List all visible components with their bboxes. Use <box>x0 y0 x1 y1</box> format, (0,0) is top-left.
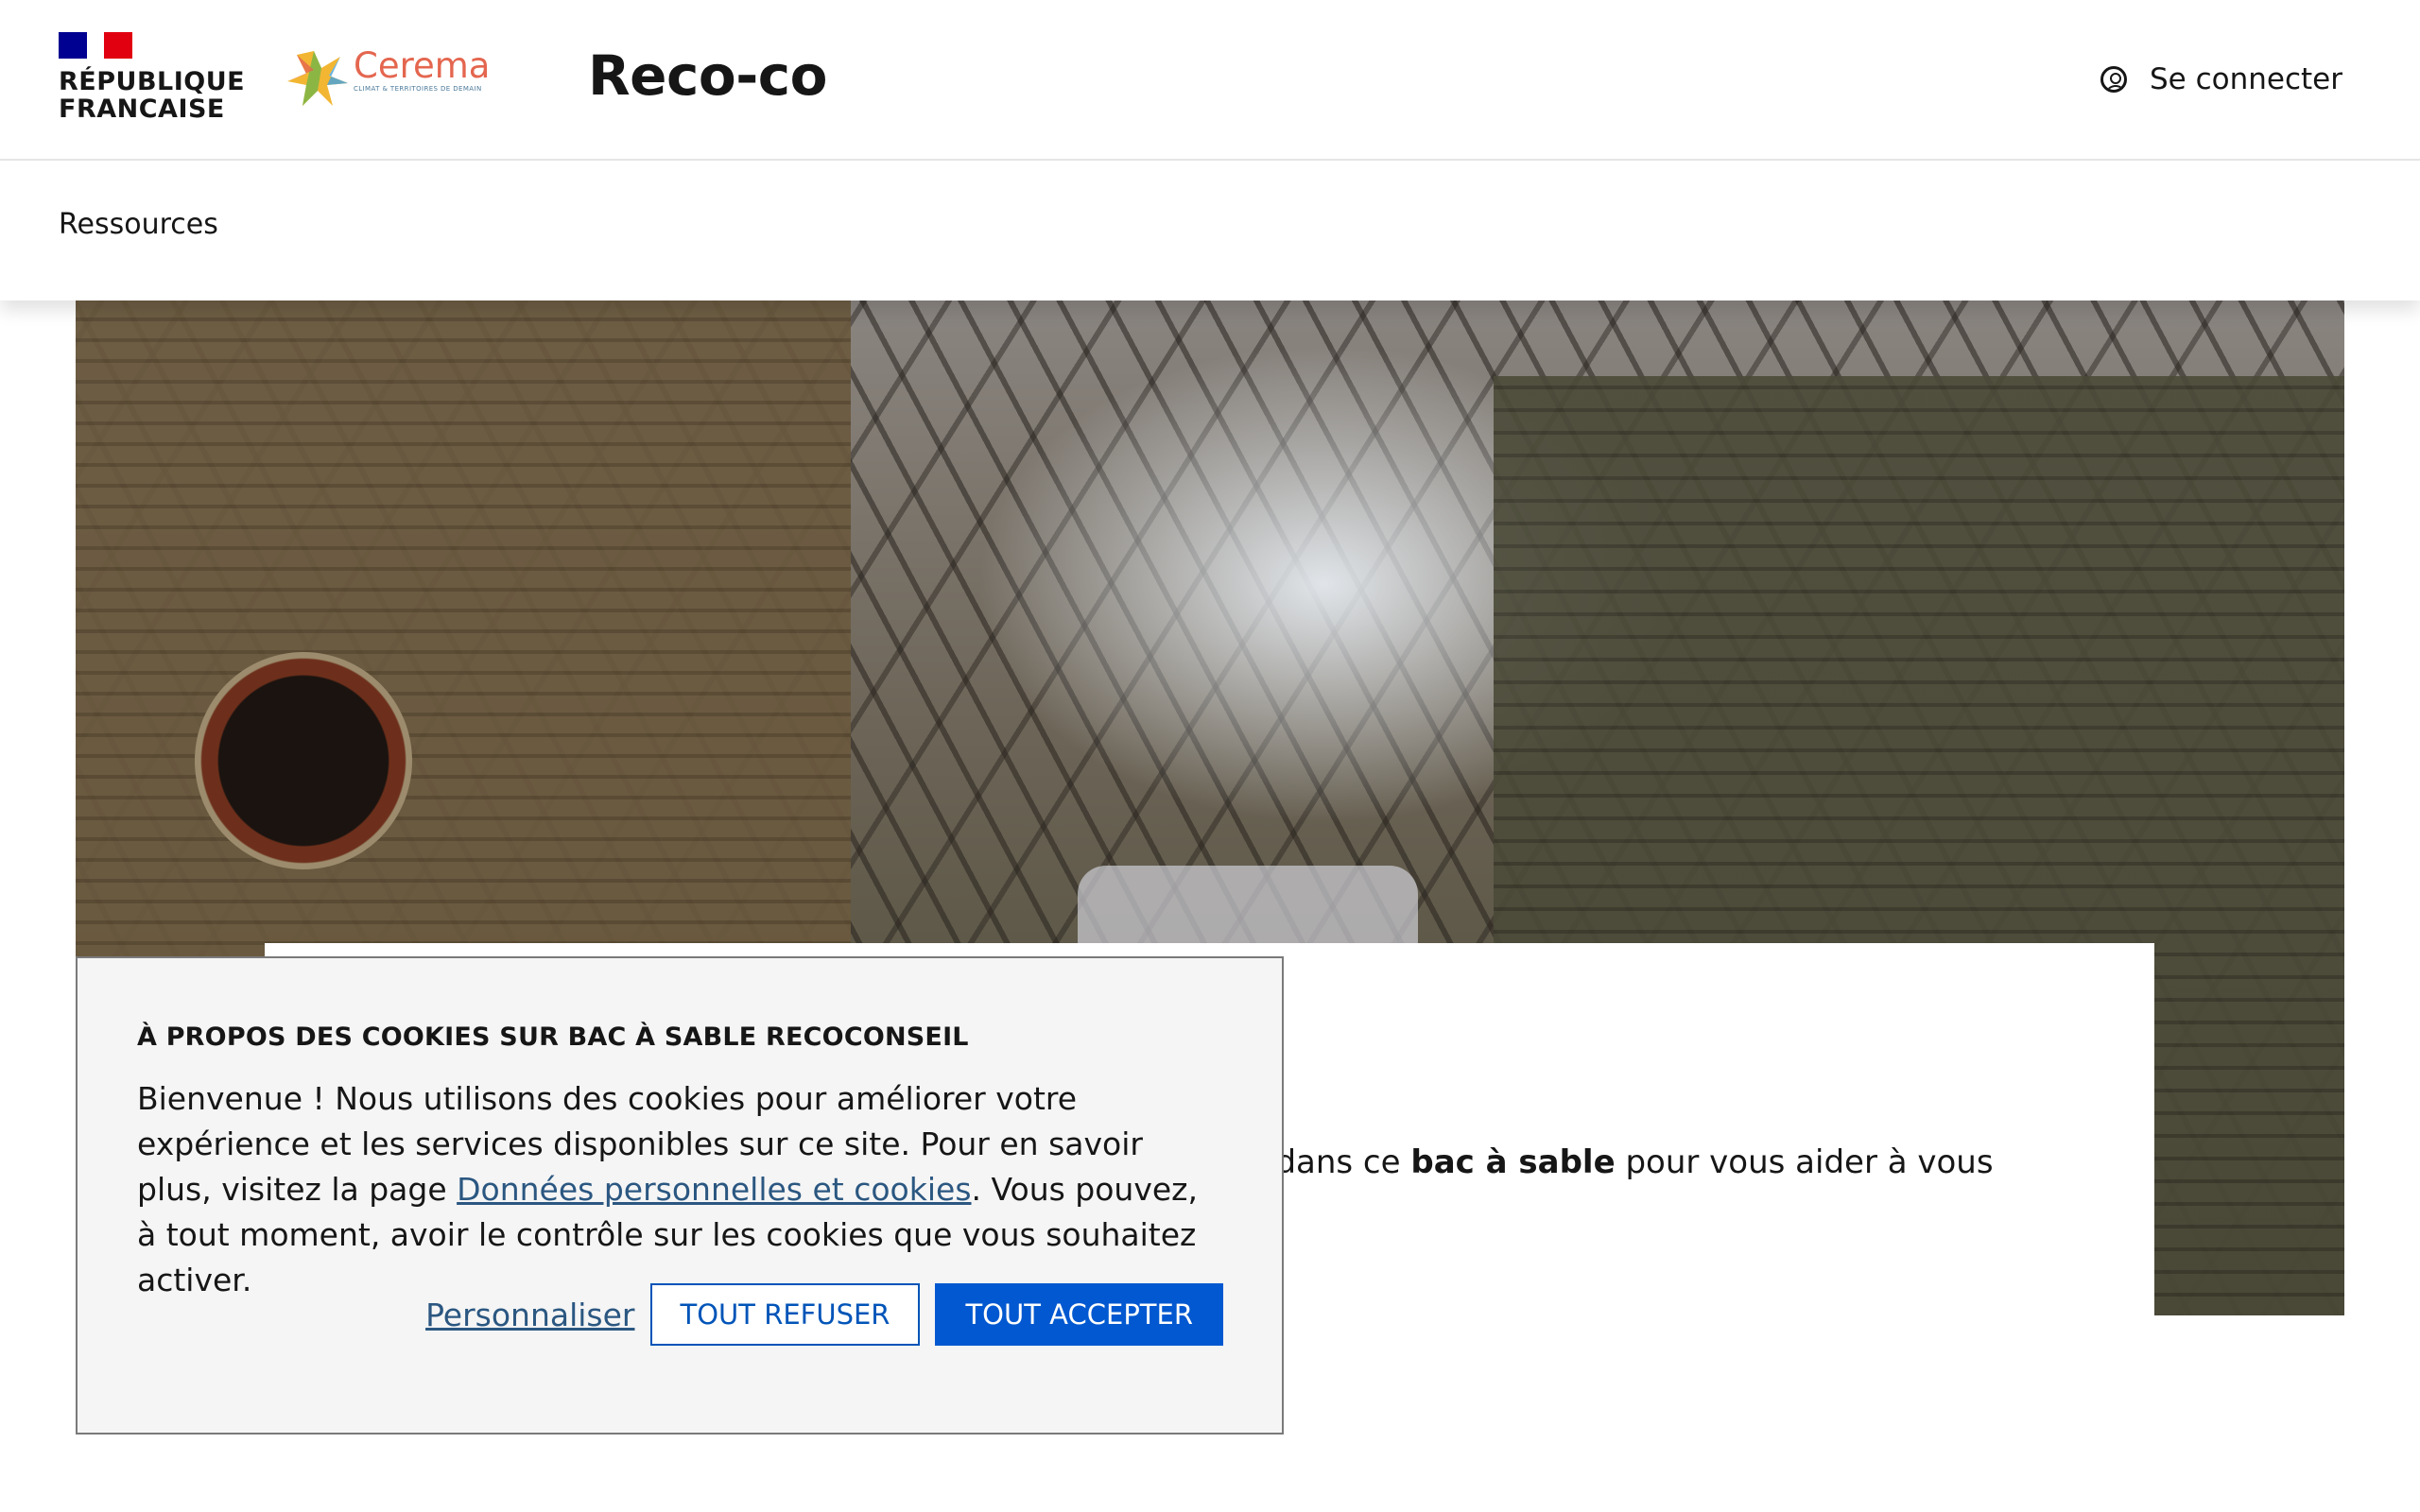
nav-item-ressources[interactable]: Ressources <box>59 208 218 241</box>
hero-text-post: pour vous aider à vous <box>1615 1143 1994 1181</box>
gov-logo-text: RÉPUBLIQUE FRANCAISE <box>59 67 246 124</box>
login-label: Se connecter <box>2150 62 2342 96</box>
cerema-star-icon <box>287 51 348 106</box>
hero-intro-text: es dans ce bac à sable pour vous aider à… <box>1229 1143 2136 1181</box>
privacy-policy-link[interactable]: Données personnelles et cookies <box>457 1171 971 1208</box>
hero-text-bold: bac à sable <box>1410 1143 1616 1181</box>
accept-all-button[interactable]: TOUT ACCEPTER <box>935 1283 1223 1346</box>
cerema-tagline: CLIMAT & TERRITOIRES DE DEMAIN <box>354 85 482 93</box>
customize-cookies-button[interactable]: Personnaliser <box>425 1297 634 1333</box>
site-header: RÉPUBLIQUE FRANCAISE Cerema CLIMAT & TER… <box>0 0 2420 161</box>
refuse-all-button[interactable]: TOUT REFUSER <box>649 1283 921 1346</box>
cookie-consent-banner: À propos des cookies sur Bac à sable Rec… <box>76 956 1284 1435</box>
cerema-name: Cerema <box>354 45 491 86</box>
cookie-banner-title: À propos des cookies sur Bac à sable Rec… <box>137 1022 969 1052</box>
site-title[interactable]: Reco-co <box>588 43 828 108</box>
hero-pipe <box>195 652 412 869</box>
user-account-icon <box>2100 66 2127 93</box>
cookie-banner-body: Bienvenue ! Nous utilisons des cookies p… <box>137 1076 1223 1303</box>
login-button[interactable]: Se connecter <box>2100 62 2342 96</box>
cerema-logo[interactable]: Cerema CLIMAT & TERRITOIRES DE DEMAIN <box>285 47 490 108</box>
cookie-actions: Personnaliser TOUT REFUSER TOUT ACCEPTER <box>425 1283 1223 1346</box>
republique-francaise-logo[interactable]: RÉPUBLIQUE FRANCAISE <box>59 32 245 123</box>
french-flag-icon <box>59 32 132 59</box>
main-navigation: Ressources <box>0 159 2420 301</box>
